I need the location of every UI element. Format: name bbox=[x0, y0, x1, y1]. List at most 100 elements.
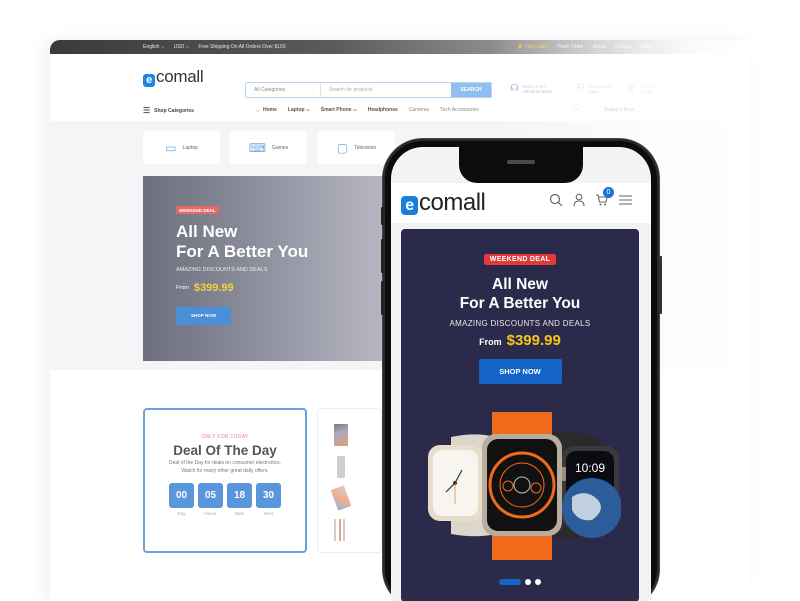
support-phone: +00 9128 8228 bbox=[521, 88, 553, 94]
deal-description: Deal of the Day for deals on consumer el… bbox=[145, 459, 305, 475]
mobile-header: e comall 0 bbox=[391, 183, 651, 223]
product-thumbnail[interactable] bbox=[334, 424, 348, 446]
from-label: From bbox=[479, 337, 502, 347]
television-icon: ▢ bbox=[336, 140, 349, 155]
mobile-hero-subtitle: AMAZING DISCOUNTS AND DEALS bbox=[449, 319, 591, 328]
search-button[interactable]: SEARCH bbox=[451, 83, 491, 97]
search-input[interactable]: Search for products bbox=[321, 83, 451, 97]
phone-volume-down-button bbox=[381, 281, 384, 315]
mobile-hero-price: $399.99 bbox=[506, 332, 561, 349]
top-bar-links: ⚡ Flash Sale Track Order About Contact B… bbox=[517, 44, 660, 50]
hero-price: $399.99 bbox=[193, 282, 234, 294]
hamburger-menu-icon[interactable] bbox=[619, 193, 632, 209]
search-icon[interactable] bbox=[549, 193, 563, 210]
product-thumbnail[interactable] bbox=[334, 519, 348, 541]
hero-price-row: From $399.99 bbox=[176, 282, 234, 294]
carousel-dot-2[interactable] bbox=[525, 579, 531, 585]
category-label: Laptop bbox=[182, 144, 198, 151]
mobile-hero-banner: WEEKEND DEAL All New For A Better You AM… bbox=[401, 229, 639, 601]
mobile-phone-mockup: e comall 0 WEEKEND DEAL All New For A Be… bbox=[381, 139, 662, 601]
hero-subtitle: AMAZING DISCOUNTS AND DEALS bbox=[176, 267, 268, 273]
chevron-down-icon: ⌵ bbox=[255, 107, 260, 114]
logo-text: comall bbox=[156, 67, 204, 86]
nav-smart-phone[interactable]: Smart Phone ⌵ bbox=[321, 107, 357, 113]
nav-links: Home Laptop ⌵ Smart Phone ⌵ Headphones C… bbox=[263, 107, 490, 113]
nav-home[interactable]: Home bbox=[263, 107, 277, 113]
deal-desc-line1: Deal of the Day for deals on consumer el… bbox=[169, 460, 281, 466]
support-info[interactable]: ☊ Need Help? +00 9128 8228 bbox=[510, 83, 552, 94]
phone-screen: e comall 0 WEEKEND DEAL All New For A Be… bbox=[391, 147, 651, 601]
deal-of-the-day-card: ONLY FOR TODAY Deal Of The Day Deal of t… bbox=[143, 408, 307, 553]
deal-desc-line2: Watch for many other great daily offers. bbox=[181, 468, 269, 474]
mobile-shop-now-button[interactable]: SHOP NOW bbox=[478, 359, 562, 384]
language-selector[interactable]: English ⌵ bbox=[143, 44, 165, 50]
countdown-label: Day bbox=[177, 511, 186, 516]
cart-total: $0.00 bbox=[640, 88, 652, 94]
top-bar: English ⌵ USD ⌵ Free Shipping On All Ord… bbox=[50, 40, 750, 54]
countdown-value: 30 bbox=[256, 483, 281, 508]
chevron-down-icon: ⌵ bbox=[310, 87, 314, 93]
nav-cameras[interactable]: Cameras bbox=[409, 107, 429, 113]
countdown-hours: 05 Hours bbox=[198, 483, 223, 516]
countdown-label: Secs bbox=[263, 511, 274, 516]
countdown-secs: 30 Secs bbox=[256, 483, 281, 516]
currency-selector[interactable]: USD ⌵ bbox=[174, 44, 190, 50]
about-link[interactable]: About bbox=[593, 44, 606, 50]
product-thumbnail[interactable] bbox=[337, 456, 345, 478]
countdown-timer: 00 Day 05 Hours 18 Mins 30 Secs bbox=[145, 483, 305, 516]
login-text: Login bbox=[587, 88, 599, 94]
weekend-deal-badge: WEEKEND DEAL bbox=[176, 206, 219, 214]
logo[interactable]: e comall bbox=[143, 67, 204, 87]
mobile-hero-price-row: From $399.99 bbox=[401, 332, 639, 349]
nav-tech-accessories[interactable]: Tech Accessories bbox=[440, 107, 479, 113]
category-select[interactable]: All Categories ⌵ bbox=[246, 83, 321, 97]
todays-deal-link[interactable]: Today's Deal bbox=[604, 107, 634, 113]
carousel-dot-3[interactable] bbox=[535, 579, 541, 585]
shipping-notice: Free Shipping On All Orders Over $100 bbox=[198, 44, 286, 50]
phone-speaker bbox=[507, 160, 535, 164]
hero-title-line1: All New bbox=[176, 222, 238, 241]
wishlist-heart-icon[interactable]: ♡ bbox=[573, 102, 581, 113]
shop-categories-label: Shop Categories bbox=[154, 107, 194, 114]
flash-sale-link[interactable]: ⚡ Flash Sale bbox=[517, 44, 548, 50]
user-icon[interactable] bbox=[573, 193, 585, 210]
track-order-link[interactable]: Track Order bbox=[557, 44, 583, 50]
phone-volume-up-button bbox=[381, 239, 384, 273]
contact-link[interactable]: Contact bbox=[615, 44, 632, 50]
product-thumbnail-strip bbox=[317, 408, 382, 553]
headset-icon: ☊ bbox=[510, 83, 519, 94]
cart-count-badge: 0 bbox=[603, 187, 614, 198]
nav-headphones[interactable]: Headphones bbox=[368, 107, 398, 113]
countdown-value: 00 bbox=[169, 483, 194, 508]
smartwatches-image: 10:09 bbox=[428, 412, 621, 560]
category-label: Television bbox=[354, 144, 377, 151]
cart-link[interactable]: 🛒︎ My Cart $0.00 bbox=[625, 83, 656, 94]
account-link[interactable]: ⚇ My Account Login bbox=[576, 83, 611, 94]
countdown-label: Mins bbox=[234, 511, 245, 516]
logo-bag-icon: e bbox=[143, 74, 155, 87]
countdown-label: Hours bbox=[204, 511, 217, 516]
category-select-value: All Categories bbox=[254, 87, 286, 93]
shop-now-button[interactable]: SHOP NOW bbox=[176, 307, 231, 325]
weekend-deal-badge: WEEKEND DEAL bbox=[483, 254, 557, 265]
laptop-icon: ▭ bbox=[165, 140, 177, 155]
nav-laptop[interactable]: Laptop ⌵ bbox=[288, 107, 310, 113]
countdown-days: 00 Day bbox=[169, 483, 194, 516]
countdown-value: 18 bbox=[227, 483, 252, 508]
product-thumbnail[interactable] bbox=[330, 485, 352, 511]
category-card-laptop[interactable]: ▭ Laptop bbox=[143, 131, 220, 164]
countdown-mins: 18 Mins bbox=[227, 483, 252, 516]
cart-icon: 🛒︎ bbox=[625, 83, 638, 94]
category-card-television[interactable]: ▢ Television bbox=[318, 131, 395, 164]
deal-eyebrow: ONLY FOR TODAY bbox=[201, 434, 249, 440]
phone-notch bbox=[459, 147, 583, 183]
mobile-logo[interactable]: e comall bbox=[401, 189, 486, 217]
blog-link[interactable]: Blog bbox=[641, 44, 651, 50]
hamburger-icon: ☰ bbox=[143, 106, 151, 115]
phone-mute-button bbox=[381, 207, 384, 225]
carousel-dot-1[interactable] bbox=[499, 579, 521, 585]
showcase-stage: English ⌵ USD ⌵ Free Shipping On All Ord… bbox=[0, 0, 800, 601]
category-card-games[interactable]: ⌨ Games bbox=[230, 131, 307, 164]
shop-categories-menu[interactable]: ☰ Shop Categories ⌵ bbox=[143, 106, 260, 115]
from-label: From bbox=[176, 285, 189, 291]
